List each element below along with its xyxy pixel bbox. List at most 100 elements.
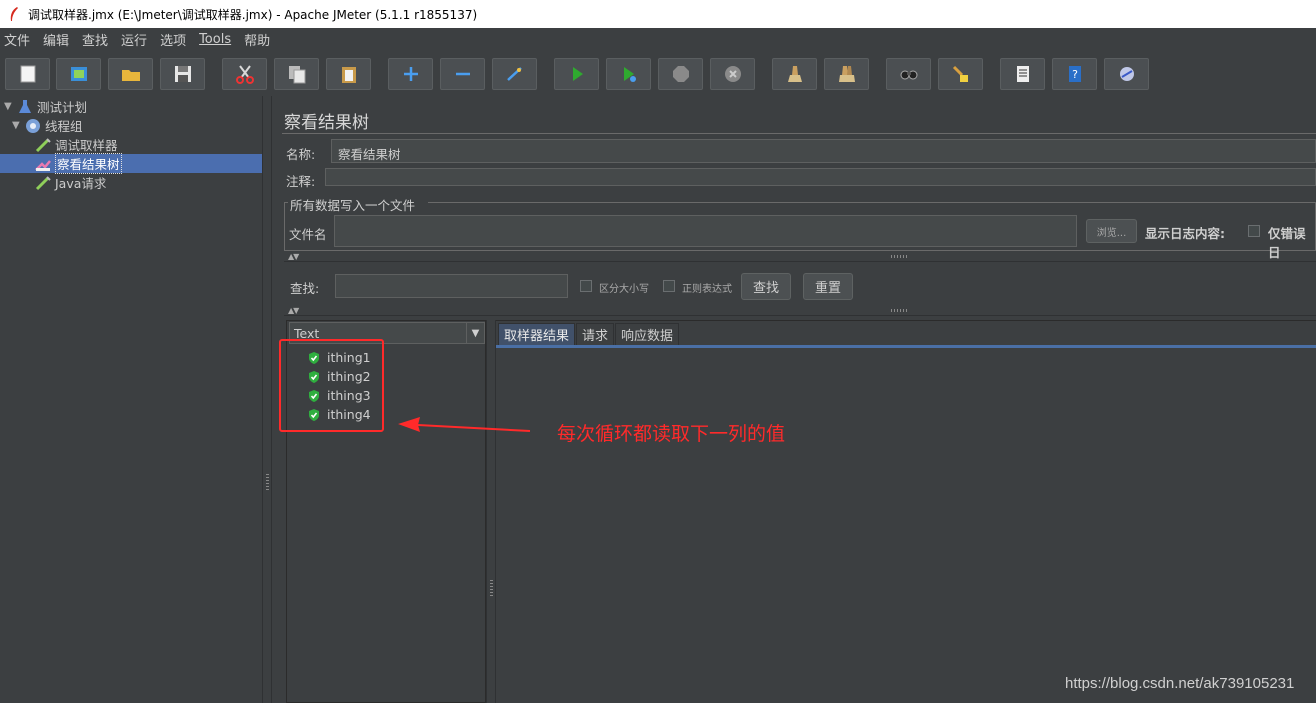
- help-icon: ?: [1068, 66, 1081, 82]
- start-button[interactable]: [554, 58, 599, 90]
- search-button[interactable]: [886, 58, 931, 90]
- errors-only-checkbox[interactable]: [1248, 225, 1260, 237]
- annotation-highlight-box: [279, 339, 384, 432]
- save-button[interactable]: [160, 58, 205, 90]
- name-field[interactable]: 察看结果树: [331, 139, 1316, 163]
- toggle-button[interactable]: [492, 58, 537, 90]
- search-icon: [900, 70, 917, 80]
- tree-node-thread-group[interactable]: ▼ 线程组: [12, 116, 83, 135]
- shutdown-button[interactable]: [710, 58, 755, 90]
- start-no-pause-icon: [623, 67, 636, 82]
- annotation-arrow-icon: [398, 417, 531, 432]
- paste-button[interactable]: [326, 58, 371, 90]
- tree-node-test-plan[interactable]: ▼ 测试计划: [4, 97, 87, 116]
- find-button[interactable]: 查找: [741, 273, 791, 300]
- copy-button[interactable]: [274, 58, 319, 90]
- tree-splitter[interactable]: [262, 96, 272, 703]
- remote-icon: [1119, 67, 1134, 81]
- cut-icon: [235, 65, 254, 84]
- open-button[interactable]: [108, 58, 153, 90]
- collapse-all-button[interactable]: [440, 58, 485, 90]
- tree-node-java-request[interactable]: Java请求: [34, 173, 106, 192]
- splitter-grip-icon: [266, 474, 269, 490]
- horizontal-splitter[interactable]: ▲▼: [284, 252, 1316, 262]
- stop-icon: [672, 66, 689, 82]
- tree-node-debug-sampler[interactable]: 调试取样器: [34, 135, 118, 154]
- search-label: 查找:: [290, 281, 320, 296]
- help-button[interactable]: ?: [1052, 58, 1097, 90]
- new-icon: [20, 65, 35, 83]
- log-content-label: 显示日志内容:: [1145, 226, 1225, 241]
- comment-label: 注释:: [286, 174, 316, 189]
- new-button[interactable]: [5, 58, 50, 90]
- splitter-grip-icon: [891, 309, 907, 312]
- jmeter-feather-icon: [10, 7, 18, 21]
- reset-button[interactable]: 重置: [803, 273, 853, 300]
- collapse-triangles-icon[interactable]: ▲▼: [288, 306, 299, 315]
- tab-request[interactable]: 请求: [576, 323, 615, 345]
- tree-item-label: Java请求: [55, 176, 107, 191]
- remote-button[interactable]: [1104, 58, 1149, 90]
- browse-button[interactable]: 浏览...: [1086, 219, 1137, 243]
- view-results-tree-panel: 察看结果树 名称: 察看结果树 注释: 所有数据写入一个文件 文件名 浏览...…: [274, 96, 1316, 703]
- splitter-grip-icon: [490, 580, 493, 596]
- filename-label: 文件名: [289, 227, 327, 242]
- result-tabs: 取样器结果 请求 响应数据: [498, 323, 680, 345]
- menu-options[interactable]: 选项: [160, 30, 186, 49]
- toolbar: ?: [0, 52, 1316, 96]
- tree-node-view-results-tree[interactable]: 察看结果树: [34, 153, 122, 174]
- templates-button[interactable]: [56, 58, 101, 90]
- clear-all-icon: [838, 66, 855, 82]
- cut-button[interactable]: [222, 58, 267, 90]
- filename-field[interactable]: [334, 215, 1077, 247]
- chevron-down-icon[interactable]: ▼: [466, 323, 484, 343]
- tab-response-data[interactable]: 响应数据: [615, 323, 680, 345]
- start-icon: [572, 67, 583, 81]
- stop-button[interactable]: [658, 58, 703, 90]
- window-title-bar: 调试取样器.jmx (E:\Jmeter\调试取样器.jmx) - Apache…: [0, 0, 1316, 28]
- reset-search-icon: [952, 65, 968, 82]
- shutdown-icon: [724, 66, 741, 82]
- menu-tools[interactable]: Tools: [199, 32, 231, 47]
- templates-icon: [70, 67, 87, 81]
- regex-checkbox[interactable]: [663, 280, 675, 292]
- thread-group-icon: [24, 117, 42, 135]
- test-plan-tree: ▼ 测试计划 ▼ 线程组 调试取样器 察看结果树 Java请求: [0, 96, 262, 703]
- tree-item-label: 线程组: [45, 119, 83, 134]
- start-no-pauses-button[interactable]: [606, 58, 651, 90]
- menu-edit[interactable]: 编辑: [43, 30, 69, 49]
- expand-all-button[interactable]: [388, 58, 433, 90]
- menu-search[interactable]: 查找: [82, 30, 108, 49]
- copy-icon: [288, 66, 305, 84]
- menu-help[interactable]: 帮助: [244, 30, 270, 49]
- function-helper-button[interactable]: [1000, 58, 1045, 90]
- search-input[interactable]: [335, 274, 568, 298]
- toggle-icon: [506, 67, 522, 81]
- sampler-icon: [34, 174, 52, 192]
- menu-file[interactable]: 文件: [4, 30, 30, 49]
- listener-icon: [34, 155, 52, 173]
- clear-button[interactable]: [772, 58, 817, 90]
- tab-underline: [496, 345, 1316, 348]
- results-splitter[interactable]: [486, 320, 496, 703]
- tab-sampler-result[interactable]: 取样器结果: [498, 323, 576, 345]
- expand-arrow-icon[interactable]: ▼: [12, 120, 24, 131]
- tree-item-label: 察看结果树: [55, 153, 122, 174]
- result-detail-panel: 取样器结果 请求 响应数据: [496, 320, 1316, 703]
- name-label: 名称:: [286, 147, 316, 162]
- clear-all-button[interactable]: [824, 58, 869, 90]
- paste-icon: [341, 67, 356, 83]
- window-title: 调试取样器.jmx (E:\Jmeter\调试取样器.jmx) - Apache…: [28, 7, 478, 22]
- open-icon: [121, 70, 140, 81]
- case-sensitive-checkbox[interactable]: [580, 280, 592, 292]
- case-sensitive-label: 区分大小写: [599, 284, 649, 295]
- collapse-triangles-icon[interactable]: ▲▼: [288, 252, 299, 261]
- menu-run[interactable]: 运行: [121, 30, 147, 49]
- splitter-grip-icon: [891, 255, 907, 258]
- regex-label: 正则表达式: [682, 284, 732, 295]
- reset-search-button[interactable]: [938, 58, 983, 90]
- expand-arrow-icon[interactable]: ▼: [4, 101, 16, 112]
- horizontal-splitter[interactable]: ▲▼: [284, 306, 1316, 316]
- function-helper-icon: [1016, 66, 1029, 82]
- comment-field[interactable]: [325, 168, 1316, 186]
